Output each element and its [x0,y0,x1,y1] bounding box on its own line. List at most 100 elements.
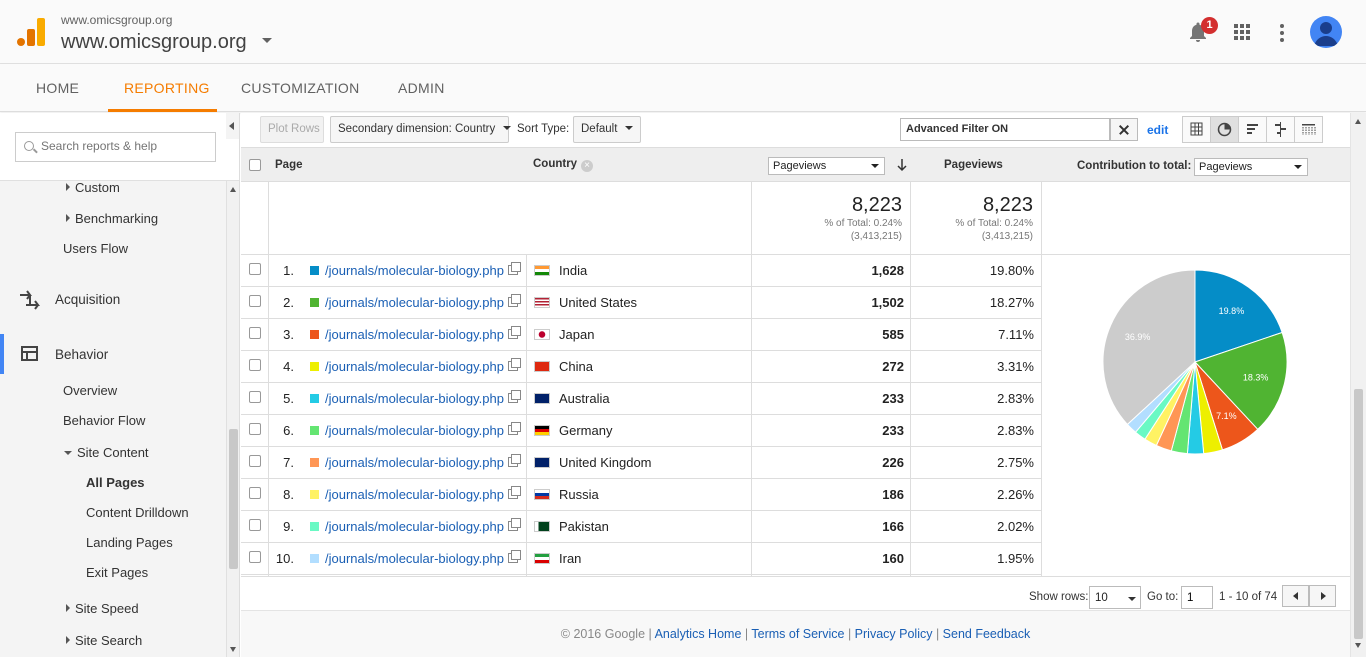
country-name[interactable]: Russia [559,487,599,502]
sidebar-item-users-flow[interactable]: Users Flow [63,241,128,256]
chevron-down-icon[interactable] [262,38,272,43]
feedback-link[interactable]: Send Feedback [943,627,1031,641]
pivot-view-icon[interactable] [1295,117,1322,142]
page-link[interactable]: /journals/molecular-biology.php [325,423,504,438]
row-checkbox[interactable] [249,423,261,435]
table-view-icon[interactable] [1183,117,1211,142]
sidebar-item-overview[interactable]: Overview [63,383,117,398]
sidebar-item-landing-pages[interactable]: Landing Pages [86,535,173,550]
country-name[interactable]: Germany [559,423,612,438]
sidebar-item-behavior-flow[interactable]: Behavior Flow [63,413,145,428]
more-vert-icon[interactable] [1279,24,1285,42]
analytics-logo-icon[interactable] [17,18,45,46]
remove-dimension-icon[interactable]: × [581,160,593,172]
contribution-select[interactable]: Pageviews [1194,158,1308,176]
sidebar-item-acquisition[interactable]: Acquisition [55,292,120,307]
external-link-icon[interactable] [508,294,521,307]
scroll-down-icon[interactable] [1355,643,1361,648]
row-checkbox[interactable] [249,455,261,467]
sidebar-item-benchmarking[interactable]: Benchmarking [66,211,158,226]
tab-reporting[interactable]: REPORTING [124,80,210,96]
external-link-icon[interactable] [508,422,521,435]
main-scrollbar[interactable] [1350,113,1366,657]
page-link[interactable]: /journals/molecular-biology.php [325,263,504,278]
sidebar-item-site-speed[interactable]: Site Speed [66,601,139,616]
page-column-header[interactable]: Page [275,159,303,171]
scroll-up-icon[interactable] [230,187,236,192]
external-link-icon[interactable] [508,326,521,339]
country-name[interactable]: Pakistan [559,519,609,534]
pie-view-icon[interactable] [1211,117,1239,142]
page-link[interactable]: /journals/molecular-biology.php [325,359,504,374]
country-name[interactable]: China [559,359,593,374]
external-link-icon[interactable] [508,358,521,371]
close-icon[interactable] [1110,118,1138,141]
sort-desc-icon[interactable] [897,158,907,172]
sidebar-item-site-search[interactable]: Site Search [66,633,142,648]
country-name[interactable]: Japan [559,327,594,342]
external-link-icon[interactable] [508,262,521,275]
tab-home[interactable]: HOME [36,80,79,96]
select-all-checkbox[interactable] [249,159,261,171]
collapse-sidebar-button[interactable] [226,113,239,139]
goto-page-input[interactable] [1181,586,1213,609]
row-checkbox[interactable] [249,295,261,307]
analytics-home-link[interactable]: Analytics Home [655,627,742,641]
tab-customization[interactable]: CUSTOMIZATION [241,80,360,96]
row-checkbox[interactable] [249,263,261,275]
apps-grid-icon[interactable] [1234,24,1251,41]
avatar-icon[interactable] [1310,16,1342,48]
country-column-header[interactable]: Country [533,158,577,170]
country-name[interactable]: United States [559,295,637,310]
country-name[interactable]: United Kingdom [559,455,652,470]
sidebar-item-behavior[interactable]: Behavior [55,347,108,362]
search-input[interactable] [41,139,211,153]
row-checkbox[interactable] [249,359,261,371]
row-checkbox[interactable] [249,519,261,531]
edit-filter-link[interactable]: edit [1147,123,1168,137]
page-link[interactable]: /journals/molecular-biology.php [325,455,504,470]
external-link-icon[interactable] [508,390,521,403]
page-link[interactable]: /journals/molecular-biology.php [325,519,504,534]
main-scroll-thumb[interactable] [1354,389,1363,639]
search-box[interactable] [15,132,216,162]
page-link[interactable]: /journals/molecular-biology.php [325,327,504,342]
row-checkbox[interactable] [249,551,261,563]
metric-select[interactable]: Pageviews [768,157,885,175]
external-link-icon[interactable] [508,550,521,563]
sidebar-scroll-thumb[interactable] [229,429,238,569]
page-link[interactable]: /journals/molecular-biology.php [325,391,504,406]
sidebar-item-site-content[interactable]: Site Content [64,445,149,460]
row-checkbox[interactable] [249,327,261,339]
external-link-icon[interactable] [508,518,521,531]
country-name[interactable]: India [559,263,587,278]
secondary-dimension-dropdown[interactable]: Secondary dimension: Country [330,116,512,143]
country-name[interactable]: Iran [559,551,581,566]
plot-rows-button[interactable]: Plot Rows [260,116,324,143]
tab-admin[interactable]: ADMIN [398,80,445,96]
property-selector[interactable]: www.omicsgroup.org [61,31,247,54]
sidebar-item-exit-pages[interactable]: Exit Pages [86,565,148,580]
page-link[interactable]: /journals/molecular-biology.php [325,487,504,502]
external-link-icon[interactable] [508,486,521,499]
country-name[interactable]: Australia [559,391,610,406]
row-checkbox[interactable] [249,487,261,499]
next-page-button[interactable] [1309,585,1336,607]
terms-link[interactable]: Terms of Service [751,627,844,641]
scroll-down-icon[interactable] [230,647,236,652]
sidebar-item-content-drilldown[interactable]: Content Drilldown [86,505,189,520]
privacy-link[interactable]: Privacy Policy [855,627,933,641]
sort-type-dropdown[interactable]: Default [573,116,641,143]
previous-page-button[interactable] [1282,585,1309,607]
sidebar-item-all-pages[interactable]: All Pages [86,475,145,490]
row-checkbox[interactable] [249,391,261,403]
pageviews-column-header[interactable]: Pageviews [944,159,1003,171]
sidebar-scrollbar[interactable] [226,181,239,657]
bar-view-icon[interactable] [1239,117,1267,142]
advanced-filter-field[interactable]: Advanced Filter ON [900,118,1138,141]
comparison-view-icon[interactable] [1267,117,1295,142]
external-link-icon[interactable] [508,454,521,467]
sidebar-item-custom[interactable]: Custom [66,180,120,195]
scroll-up-icon[interactable] [1355,119,1361,124]
page-link[interactable]: /journals/molecular-biology.php [325,551,504,566]
